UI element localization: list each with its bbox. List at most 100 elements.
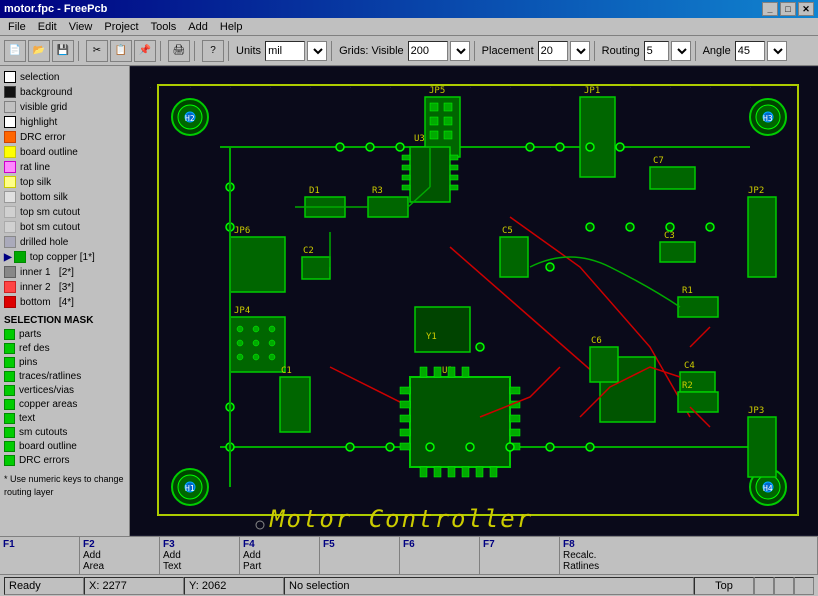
layer-selection[interactable]: selection	[4, 70, 125, 84]
fn-f4-key: F4	[243, 539, 255, 550]
layer-drilled-hole[interactable]: drilled hole	[4, 235, 125, 249]
layer-board-outline[interactable]: board outline	[4, 145, 125, 159]
statusbar: Ready X: 2277 Y: 2062 No selection Top	[0, 574, 818, 596]
status-layer: Top	[694, 577, 754, 595]
layer-rat-line[interactable]: rat line	[4, 160, 125, 174]
fn-f6[interactable]: F6	[400, 537, 480, 574]
layer-label-visible-grid: visible grid	[20, 102, 67, 113]
sel-swatch-drc-errors	[4, 455, 15, 466]
sel-label-board-outline: board outline	[19, 441, 77, 452]
menubar: File Edit View Project Tools Add Help	[0, 18, 818, 36]
fn-f3-key: F3	[163, 539, 175, 550]
layer-swatch-drilled-hole	[4, 236, 16, 248]
open-button[interactable]: 📂	[28, 40, 50, 62]
layer-highlight[interactable]: highlight	[4, 115, 125, 129]
sel-label-vertices: vertices/vias	[19, 385, 74, 396]
fn-f5[interactable]: F5	[320, 537, 400, 574]
fn-f1[interactable]: F1	[0, 537, 80, 574]
sel-pins[interactable]: pins	[4, 356, 125, 369]
svg-text:H3: H3	[763, 114, 773, 123]
menu-edit[interactable]: Edit	[32, 20, 63, 34]
angle-select[interactable]: ▼	[767, 41, 787, 61]
placement-input[interactable]	[538, 41, 568, 61]
layer-swatch-board-outline	[4, 146, 16, 158]
layer-drc-error[interactable]: DRC error	[4, 130, 125, 144]
sel-text[interactable]: text	[4, 412, 125, 425]
layer-top-sm-cutout[interactable]: top sm cutout	[4, 205, 125, 219]
toolbar-sep-3	[194, 41, 198, 61]
copy-button[interactable]: 📋	[110, 40, 132, 62]
help-button[interactable]: ?	[202, 40, 224, 62]
fn-f3[interactable]: F3 AddText	[160, 537, 240, 574]
fn-f4[interactable]: F4 AddPart	[240, 537, 320, 574]
status-extra-1	[754, 577, 774, 595]
sel-vertices[interactable]: vertices/vias	[4, 384, 125, 397]
sel-label-traces: traces/ratlines	[19, 371, 81, 382]
fn-f7[interactable]: F7	[480, 537, 560, 574]
pcb-area[interactable]: H2 H3 H1 H4 JP5	[130, 66, 818, 536]
menu-add[interactable]: Add	[182, 20, 214, 34]
sel-parts[interactable]: parts	[4, 328, 125, 341]
maximize-button[interactable]: □	[780, 2, 796, 16]
layer-inner2[interactable]: inner 2 [3*]	[4, 280, 125, 294]
layer-top-copper[interactable]: ▶ top copper [1*]	[4, 250, 125, 264]
sel-board-outline[interactable]: board outline	[4, 440, 125, 453]
menu-help[interactable]: Help	[214, 20, 249, 34]
status-y: Y: 2062	[184, 577, 284, 595]
angle-input[interactable]	[735, 41, 765, 61]
layer-bottom[interactable]: bottom [4*]	[4, 295, 125, 309]
layer-bot-sm-cutout[interactable]: bot sm cutout	[4, 220, 125, 234]
routing-input[interactable]	[644, 41, 669, 61]
svg-text:C5: C5	[502, 226, 513, 236]
new-button[interactable]: 📄	[4, 40, 26, 62]
placement-select[interactable]: ▼	[570, 41, 590, 61]
menu-tools[interactable]: Tools	[145, 20, 183, 34]
svg-text:JP2: JP2	[748, 186, 764, 196]
fn-f8-key: F8	[563, 539, 575, 550]
fn-f2[interactable]: F2 AddArea	[80, 537, 160, 574]
sel-swatch-traces	[4, 371, 15, 382]
cut-button[interactable]: ✂	[86, 40, 108, 62]
layer-swatch-visible-grid	[4, 101, 16, 113]
sel-drc-errors[interactable]: DRC errors	[4, 454, 125, 467]
layer-label-bottom: bottom [4*]	[20, 297, 74, 308]
layer-top-silk[interactable]: top silk	[4, 175, 125, 189]
layer-inner1[interactable]: inner 1 [2*]	[4, 265, 125, 279]
status-extra-3	[794, 577, 814, 595]
sel-traces[interactable]: traces/ratlines	[4, 370, 125, 383]
save-button[interactable]: 💾	[52, 40, 74, 62]
fn-f8[interactable]: F8 Recalc.Ratlines	[560, 537, 818, 574]
menu-project[interactable]: Project	[98, 20, 144, 34]
status-x: X: 2277	[84, 577, 184, 595]
sel-copper-areas[interactable]: copper areas	[4, 398, 125, 411]
layer-label-drilled-hole: drilled hole	[20, 237, 68, 248]
sel-label-pins: pins	[19, 357, 37, 368]
svg-text:D1: D1	[309, 186, 320, 196]
fn-f2-key: F2	[83, 539, 95, 550]
print-button[interactable]: 🖨	[168, 40, 190, 62]
minimize-button[interactable]: _	[762, 2, 778, 16]
paste-button[interactable]: 📌	[134, 40, 156, 62]
layer-visible-grid[interactable]: visible grid	[4, 100, 125, 114]
sel-sm-cutouts[interactable]: sm cutouts	[4, 426, 125, 439]
layer-bottom-silk[interactable]: bottom silk	[4, 190, 125, 204]
layer-label-selection: selection	[20, 72, 59, 83]
grids-select[interactable]: ▼	[450, 41, 470, 61]
fn-f2-label: AddArea	[83, 550, 104, 572]
menu-view[interactable]: View	[63, 20, 99, 34]
menu-file[interactable]: File	[2, 20, 32, 34]
toolbar-sep-7	[594, 41, 598, 61]
close-button[interactable]: ✕	[798, 2, 814, 16]
sel-swatch-pins	[4, 357, 15, 368]
layer-background[interactable]: background	[4, 85, 125, 99]
units-select[interactable]: ▼	[307, 41, 327, 61]
svg-text:JP4: JP4	[234, 306, 250, 316]
sel-ref-des[interactable]: ref des	[4, 342, 125, 355]
svg-text:C1: C1	[281, 366, 292, 376]
routing-select[interactable]: ▼	[671, 41, 691, 61]
grids-input[interactable]	[408, 41, 448, 61]
title-text: motor.fpc - FreePcb	[4, 3, 107, 15]
units-input[interactable]	[265, 41, 305, 61]
svg-text:C3: C3	[664, 231, 675, 241]
layer-label-bottom-silk: bottom silk	[20, 192, 68, 203]
